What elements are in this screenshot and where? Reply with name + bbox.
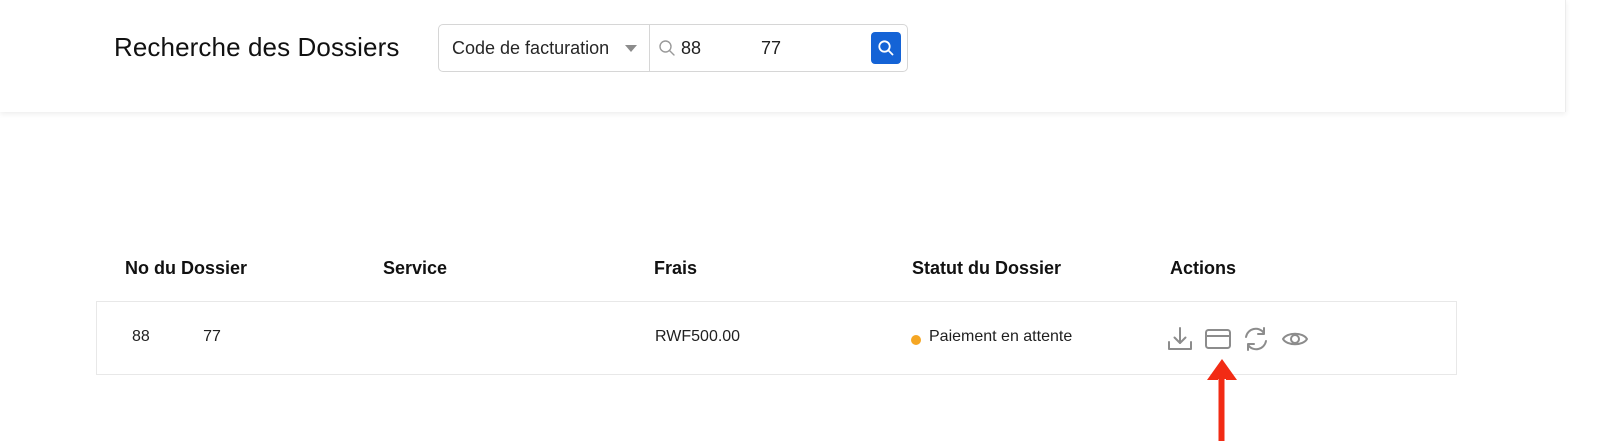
column-header-frais: Frais (654, 258, 698, 278)
download-icon[interactable] (1166, 325, 1194, 353)
search-group: Code de facturation (438, 24, 908, 72)
search-filter-value: Code de facturation (452, 37, 610, 58)
cell-frais: RWF500.00 (655, 328, 741, 345)
cell-statut: Paiement en attente (929, 328, 1073, 345)
column-header-service: Service (383, 258, 448, 278)
column-header-actions: Actions (1170, 258, 1237, 278)
search-button[interactable] (871, 32, 901, 64)
column-header-statut: Statut du Dossier (912, 258, 1062, 278)
eye-icon[interactable] (1281, 325, 1309, 353)
refresh-icon[interactable] (1242, 325, 1270, 353)
card-payment-icon[interactable] (1204, 325, 1232, 353)
column-header-dossier: No du Dossier (125, 258, 248, 278)
search-icon (659, 40, 675, 56)
search-icon (878, 40, 894, 56)
cell-dossier-no: 88 77 (132, 328, 221, 345)
page-header: Recherche des Dossiers Code de facturati… (0, 0, 1566, 112)
status-dot (911, 335, 921, 345)
page-title: Recherche des Dossiers (114, 32, 400, 62)
chevron-down-icon (625, 45, 637, 52)
annotation-arrow (1207, 359, 1237, 441)
search-filter-select[interactable]: Code de facturation (439, 25, 650, 71)
search-input[interactable] (681, 33, 861, 63)
